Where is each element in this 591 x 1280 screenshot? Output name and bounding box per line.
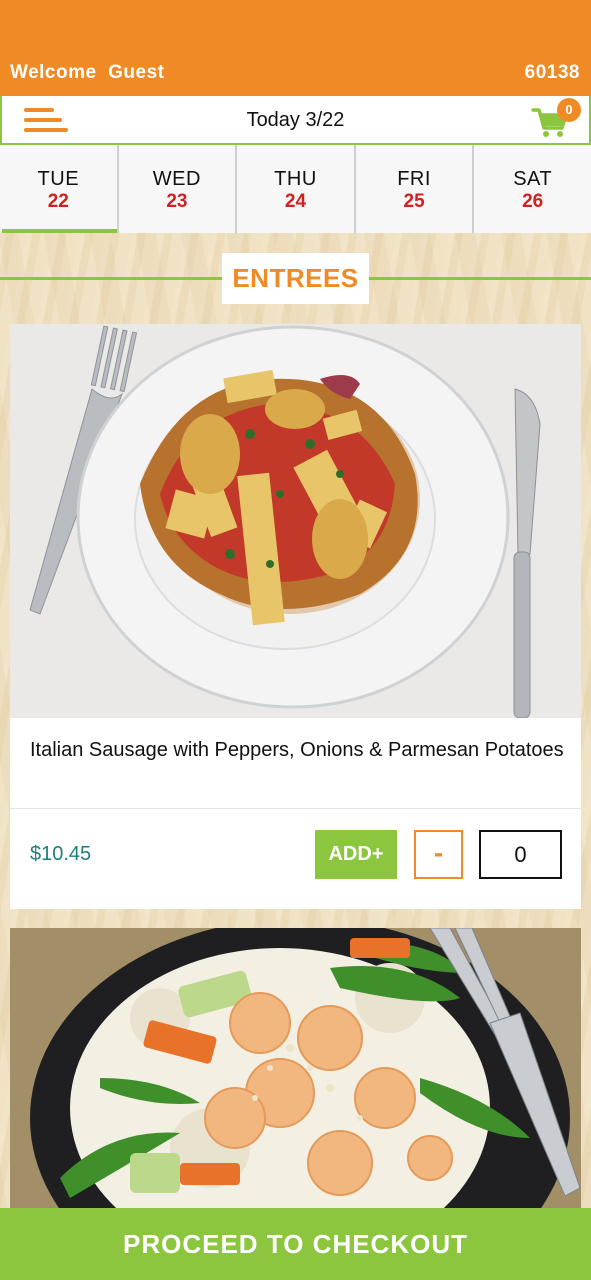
food-photo-illustration — [10, 928, 581, 1208]
cart-count-badge: 0 — [557, 98, 581, 122]
day-tab-thu[interactable]: THU 24 — [237, 145, 356, 233]
food-photo[interactable] — [10, 324, 581, 718]
item-price: $10.45 — [30, 843, 92, 865]
add-button[interactable]: ADD+ — [315, 830, 397, 879]
welcome-text: Welcome Guest — [10, 62, 165, 83]
day-name: SAT — [513, 168, 553, 190]
day-tab-wed[interactable]: WED 23 — [118, 145, 238, 233]
day-tab-tue[interactable]: TUE 22 — [0, 145, 119, 233]
day-name: THU — [274, 168, 317, 190]
zip-code[interactable]: 60138 — [525, 62, 580, 84]
day-number: 23 — [166, 191, 188, 212]
date-toolbar: Today 3/22 0 — [0, 96, 591, 145]
day-tab-fri[interactable]: FRI 25 — [355, 145, 475, 233]
food-photo-illustration — [10, 324, 581, 718]
section-title: ENTREES — [222, 253, 369, 304]
app-header: Welcome Guest 60138 — [0, 0, 591, 96]
card-divider — [10, 808, 581, 809]
day-number: 24 — [284, 191, 307, 212]
decrease-quantity-button[interactable]: - — [414, 830, 463, 879]
day-number: 25 — [403, 191, 425, 212]
item-name: Italian Sausage with Peppers, Onions & P… — [30, 739, 564, 761]
shopping-cart-button[interactable]: 0 — [531, 98, 581, 140]
day-number: 22 — [47, 191, 69, 212]
day-selector: TUE 22 WED 23 THU 24 FRI 25 SAT 26 — [0, 145, 591, 233]
day-name: FRI — [397, 168, 431, 190]
proceed-to-checkout-button[interactable]: PROCEED TO CHECKOUT — [0, 1208, 591, 1280]
day-number: 26 — [522, 191, 544, 212]
food-photo[interactable] — [10, 928, 581, 1208]
day-tab-sat[interactable]: SAT 26 — [474, 145, 591, 233]
today-date-label: Today 3/22 — [246, 109, 345, 131]
quantity-field[interactable]: 0 — [479, 830, 562, 879]
day-name: TUE — [37, 168, 80, 190]
menu-item-card: Italian Sausage with Peppers, Onions & P… — [10, 324, 581, 909]
day-name: WED — [152, 168, 201, 190]
